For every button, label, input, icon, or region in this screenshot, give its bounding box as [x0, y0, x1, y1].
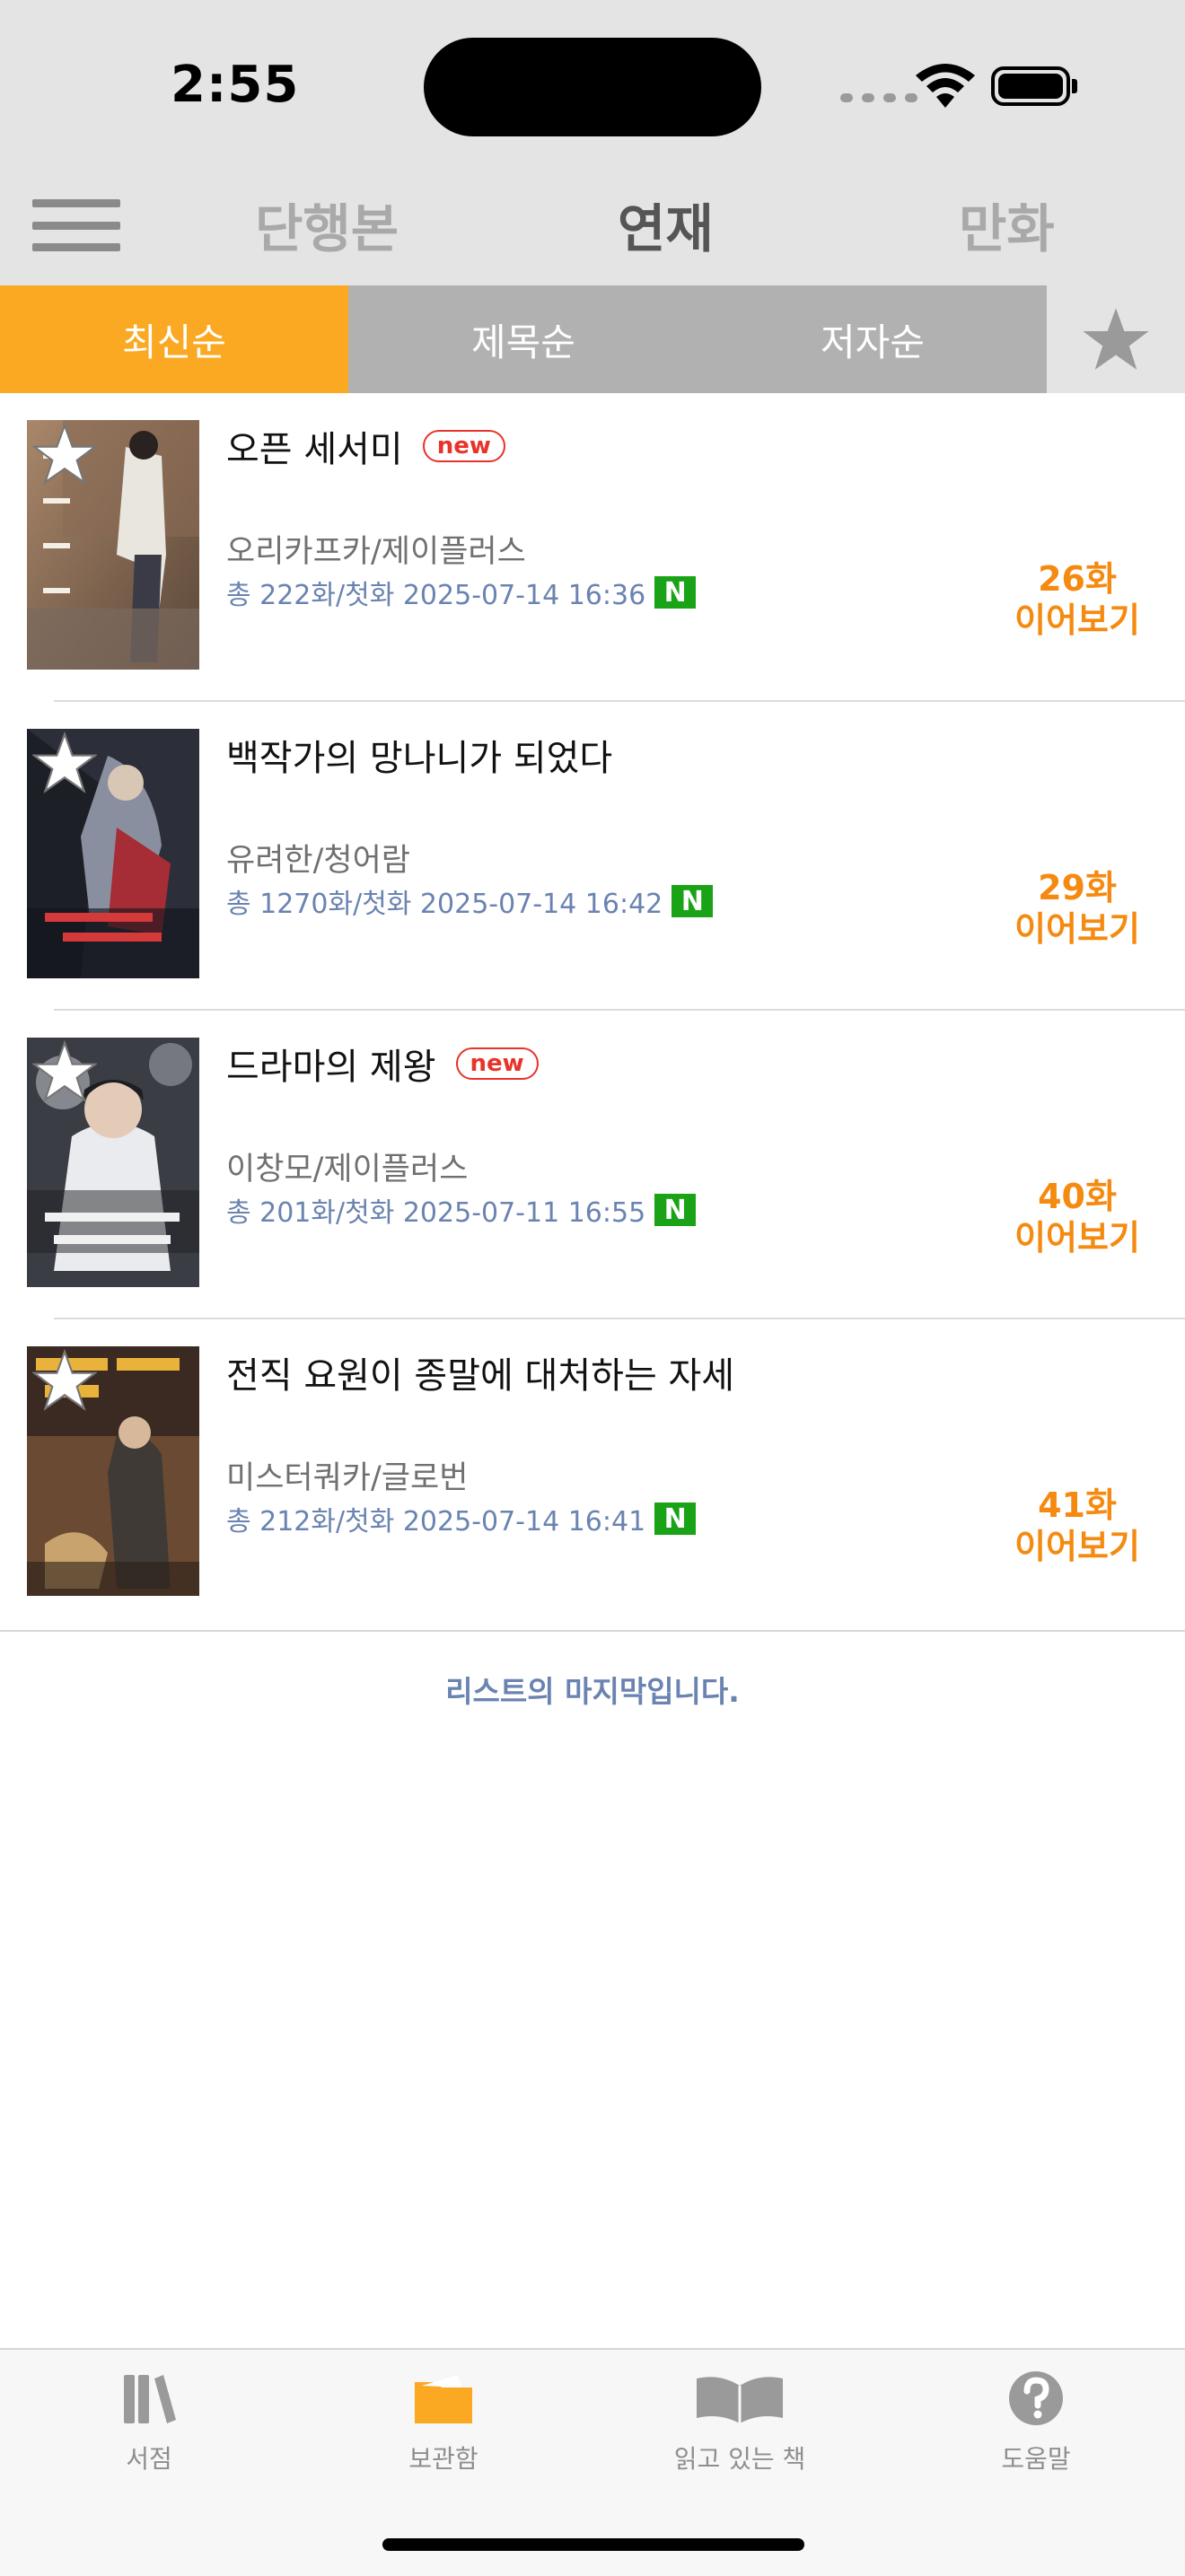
tab-single-volume[interactable]: 단행본	[255, 187, 399, 262]
naver-badge: N	[654, 1503, 697, 1535]
naver-badge: N	[672, 885, 714, 917]
status-time: 2:55	[171, 56, 300, 114]
book-info: 총 201화/첫화 2025-07-11 16:55 N	[226, 1190, 697, 1230]
star-icon[interactable]	[32, 731, 97, 795]
tab-label: 보관함	[408, 2444, 478, 2474]
continue-reading[interactable]: 이어보기	[996, 1519, 1158, 1568]
book-info: 총 1270화/첫화 2025-07-14 16:42 N	[226, 881, 714, 921]
folder-icon	[415, 2375, 472, 2423]
battery-icon	[991, 66, 1070, 106]
list-item[interactable]: 전직 요원이 종말에 대처하는 자세 미스터쿼카/글로번 총 212화/첫화 2…	[0, 1319, 1185, 1628]
tab-label: 읽고 있는 책	[673, 2444, 806, 2474]
continue-reading[interactable]: 이어보기	[996, 1210, 1158, 1259]
book-cover	[27, 729, 199, 978]
episode-info: 총 212화/첫화 2025-07-14 16:41	[226, 1506, 646, 1538]
tab-library[interactable]: 보관함	[345, 2370, 542, 2475]
star-icon[interactable]	[32, 1348, 97, 1413]
continue-reading[interactable]: 이어보기	[996, 901, 1158, 951]
nav-bar: 단행본 연재 만화	[0, 162, 1185, 285]
new-badge: new	[455, 1047, 539, 1080]
new-badge: new	[422, 430, 505, 462]
tab-label: 서점	[126, 2444, 172, 2474]
book-title: 드라마의 제왕	[226, 1047, 436, 1088]
book-cover	[27, 1346, 199, 1596]
tab-help[interactable]: 도움말	[937, 2370, 1135, 2475]
list-item[interactable]: 오픈 세서미 new 오리카프카/제이플러스 총 222화/첫화 2025-07…	[0, 393, 1185, 702]
book-title: 전직 요원이 종말에 대처하는 자세	[226, 1355, 735, 1397]
tab-reading-now[interactable]: 읽고 있는 책	[641, 2370, 838, 2475]
continue-reading[interactable]: 이어보기	[996, 592, 1158, 642]
book-title: 백작가의 망나니가 되었다	[226, 738, 613, 779]
status-bar: 2:55	[0, 0, 1185, 162]
book-title: 오픈 세서미	[226, 429, 403, 470]
book-info: 총 212화/첫화 2025-07-14 16:41 N	[226, 1499, 697, 1538]
favorites-star-icon[interactable]	[1047, 285, 1185, 393]
naver-badge: N	[654, 576, 697, 609]
book-info: 총 222화/첫화 2025-07-14 16:36 N	[226, 573, 697, 612]
sort-author[interactable]: 저자순	[698, 285, 1047, 393]
sort-title[interactable]: 제목순	[348, 285, 698, 393]
naver-badge: N	[654, 1194, 697, 1226]
sort-latest[interactable]: 최신순	[0, 285, 348, 393]
tab-serial[interactable]: 연재	[618, 187, 714, 262]
home-indicator[interactable]	[382, 2538, 804, 2551]
book-author: 미스터쿼카/글로번	[226, 1460, 469, 1496]
help-icon	[1009, 2371, 1063, 2425]
tab-label: 도움말	[1001, 2444, 1071, 2474]
book-author: 유려한/청어람	[226, 843, 410, 879]
book-author: 이창모/제이플러스	[226, 1152, 469, 1187]
star-icon[interactable]	[32, 422, 97, 486]
book-cover	[27, 1038, 199, 1287]
sort-bar: 최신순 제목순 저자순	[0, 285, 1185, 393]
books-icon	[124, 2375, 176, 2423]
tab-comics[interactable]: 만화	[959, 187, 1055, 262]
star-icon[interactable]	[32, 1039, 97, 1104]
open-book-icon	[697, 2377, 783, 2423]
list-item[interactable]: 드라마의 제왕 new 이창모/제이플러스 총 201화/첫화 2025-07-…	[0, 1011, 1185, 1319]
wifi-icon	[916, 64, 975, 108]
episode-info: 총 1270화/첫화 2025-07-14 16:42	[226, 889, 663, 920]
book-author: 오리카프카/제이플러스	[226, 534, 526, 570]
menu-icon[interactable]	[32, 199, 120, 251]
episode-info: 총 222화/첫화 2025-07-14 16:36	[226, 580, 646, 611]
tab-bookstore[interactable]: 서점	[50, 2370, 248, 2475]
episode-info: 총 201화/첫화 2025-07-11 16:55	[226, 1197, 646, 1229]
signal-icon	[840, 93, 917, 102]
end-of-list-message: 리스트의 마지막입니다.	[445, 1674, 740, 1709]
dynamic-island	[424, 38, 761, 136]
book-cover	[27, 420, 199, 670]
list-item[interactable]: 백작가의 망나니가 되었다 유려한/청어람 총 1270화/첫화 2025-07…	[0, 702, 1185, 1011]
